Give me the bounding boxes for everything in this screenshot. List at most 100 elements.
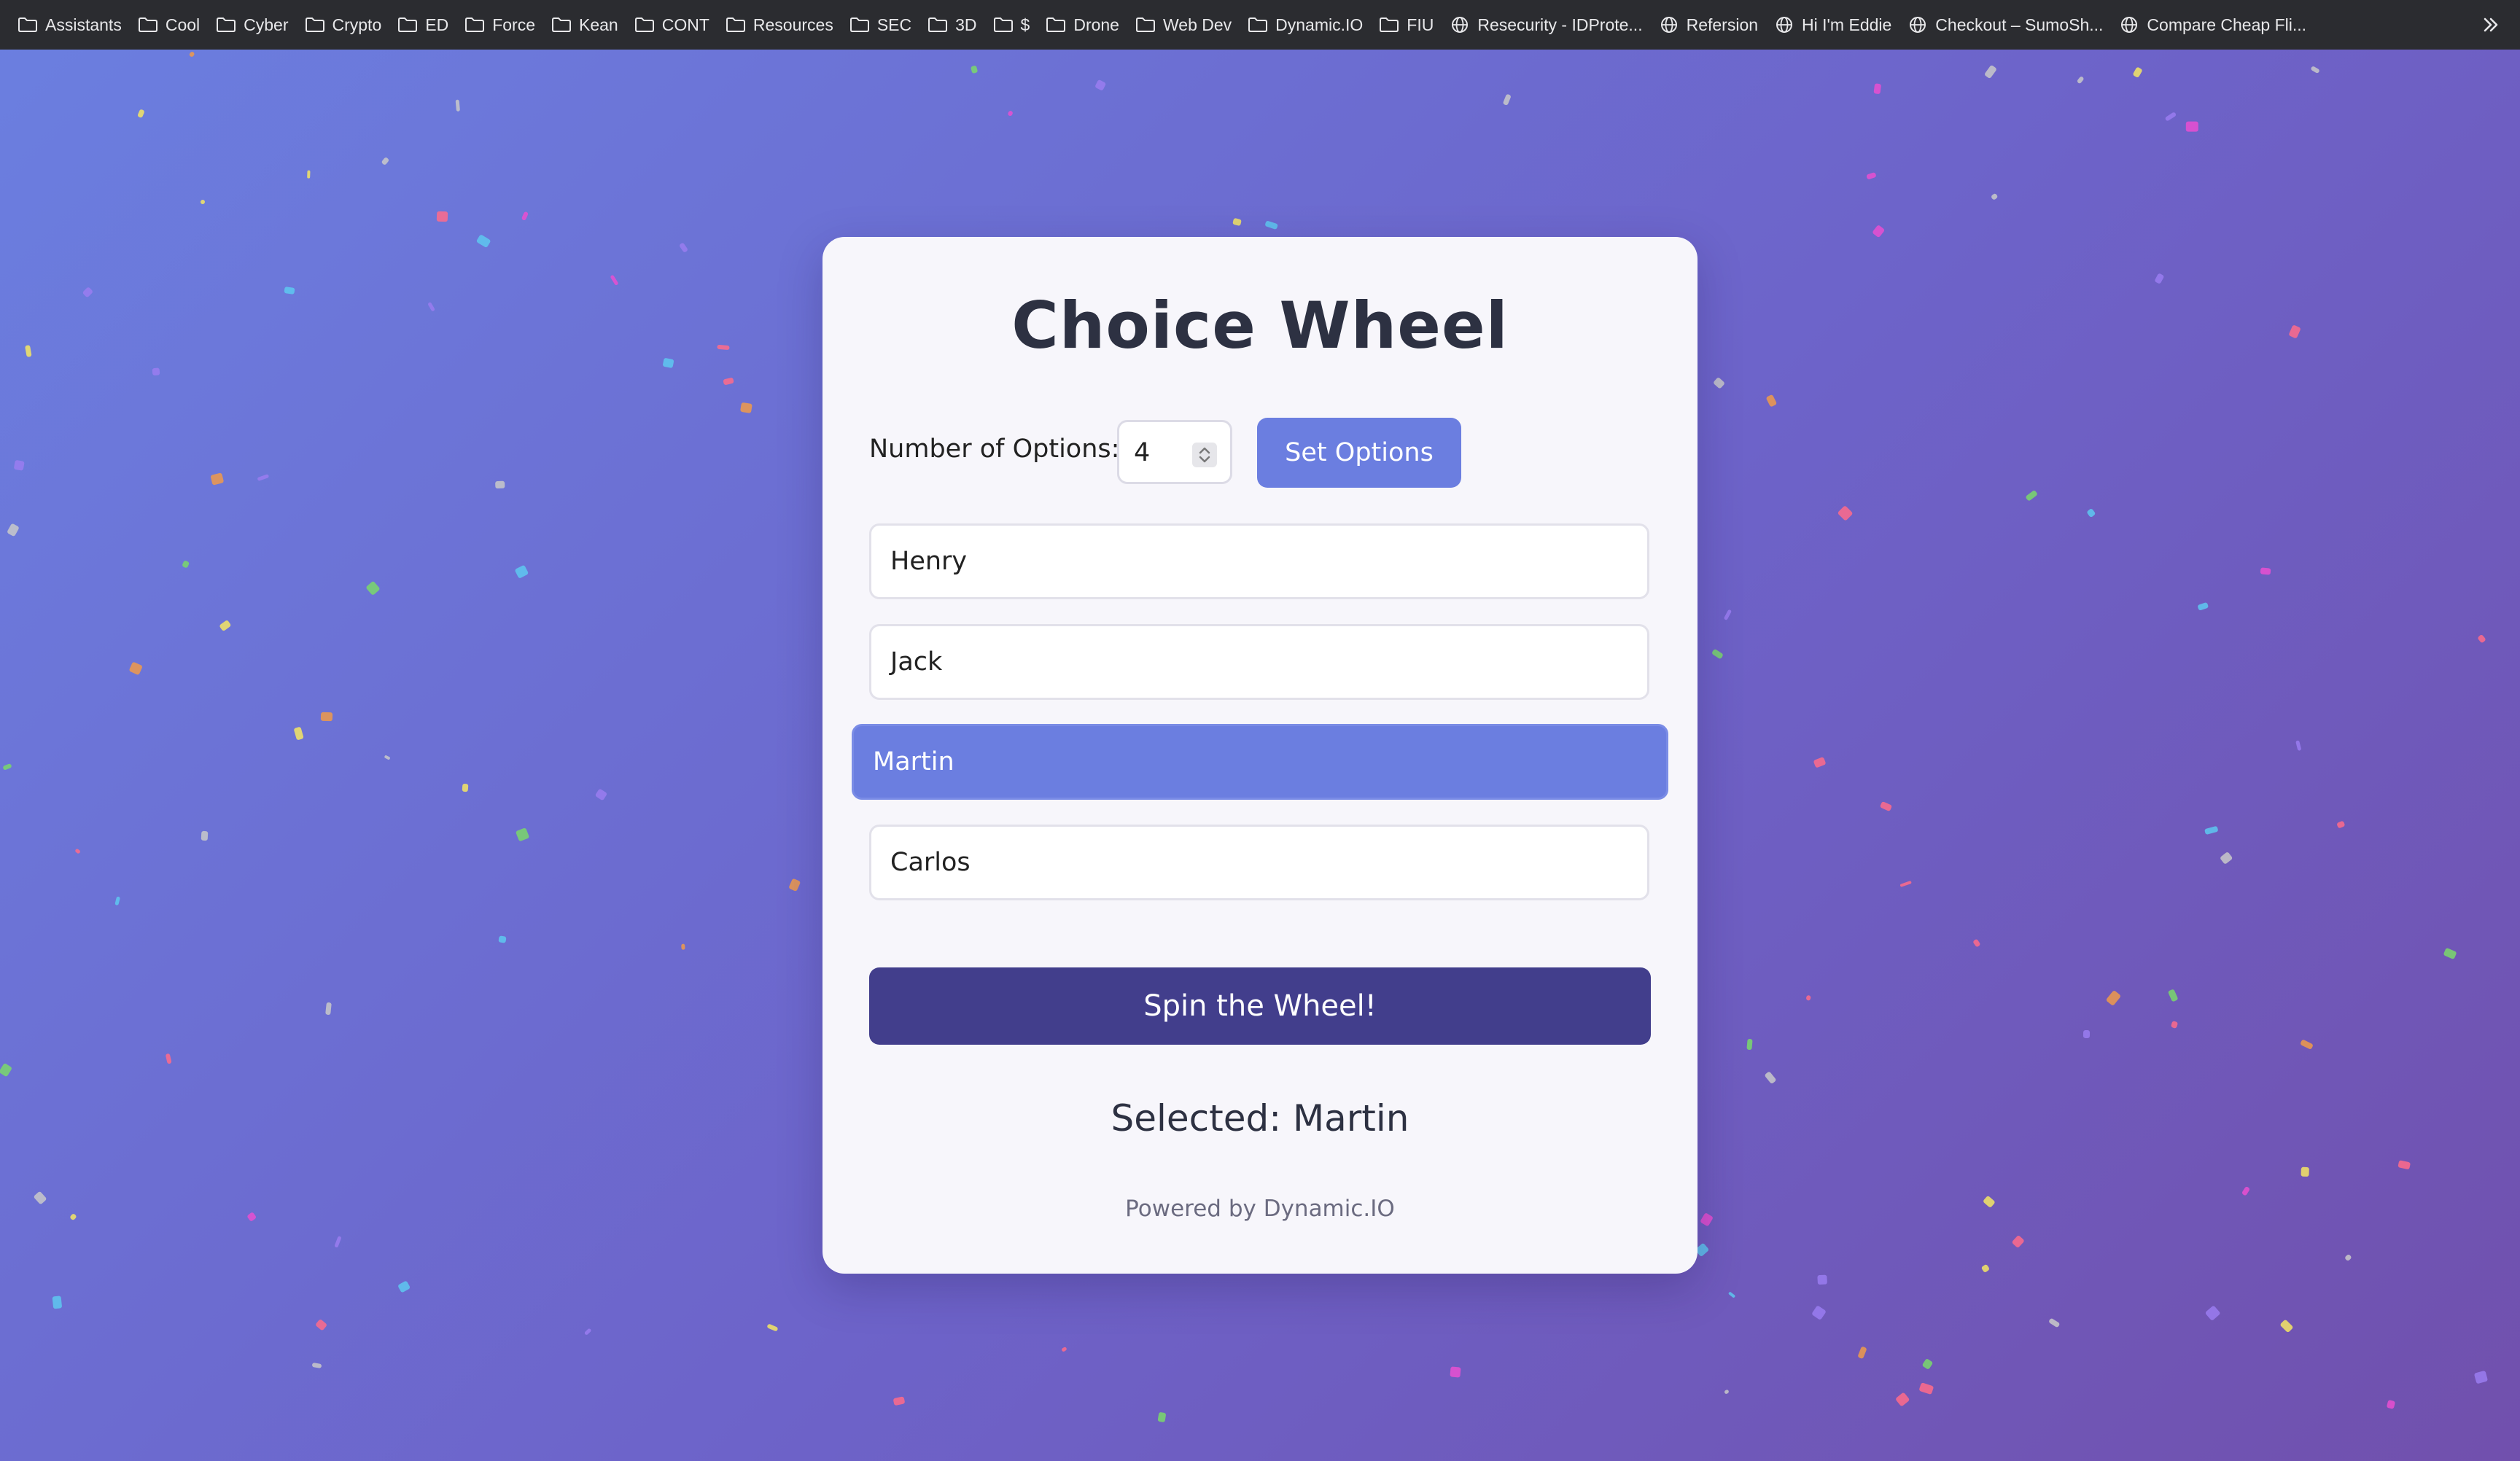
- confetti-piece: [2241, 1185, 2251, 1196]
- confetti-piece: [475, 233, 491, 249]
- confetti-piece: [1866, 171, 1877, 180]
- confetti-piece: [1980, 1263, 1991, 1274]
- stepper-icon[interactable]: [1192, 443, 1217, 467]
- confetti-piece: [766, 1323, 779, 1332]
- confetti-piece: [1264, 220, 1278, 230]
- bookmark-item[interactable]: Refersion: [1659, 15, 1758, 35]
- confetti-piece: [257, 474, 270, 481]
- confetti-piece: [2260, 567, 2271, 575]
- bookmark-item[interactable]: FIU: [1379, 15, 1434, 35]
- bookmark-item[interactable]: Resources: [726, 15, 833, 35]
- confetti-piece: [1972, 938, 1981, 948]
- confetti-piece: [1918, 1382, 1934, 1395]
- confetti-piece: [893, 1396, 906, 1406]
- bookmark-item[interactable]: Assistants: [18, 15, 122, 35]
- bookmark-item[interactable]: 3D: [928, 15, 977, 35]
- number-of-options-label: Number of Options:: [869, 435, 1120, 464]
- bookmark-item[interactable]: Checkout – SumoSh...: [1908, 15, 2103, 35]
- chevron-double-right-icon[interactable]: [2479, 13, 2502, 36]
- bookmark-item[interactable]: Crypto: [305, 15, 381, 35]
- page-title: Choice Wheel: [1011, 288, 1509, 363]
- confetti-piece: [2204, 825, 2219, 835]
- confetti-piece: [1061, 1346, 1068, 1352]
- confetti-piece: [2473, 1370, 2489, 1384]
- confetti-piece: [2344, 1253, 2352, 1261]
- bookmark-item[interactable]: Cool: [138, 15, 200, 35]
- folder-icon: [216, 15, 238, 34]
- folder-icon: [1248, 15, 1269, 34]
- confetti-piece: [740, 402, 752, 413]
- bookmark-label: FIU: [1407, 15, 1434, 34]
- bookmark-item[interactable]: SEC: [849, 15, 911, 35]
- confetti-piece: [1724, 609, 1732, 620]
- bookmark-item[interactable]: Cyber: [216, 15, 289, 35]
- confetti-piece: [365, 581, 381, 596]
- number-of-options-input[interactable]: 4: [1117, 420, 1232, 484]
- confetti-piece: [2025, 489, 2039, 502]
- bookmark-label: Checkout – SumoSh...: [1935, 15, 2104, 34]
- confetti-piece: [315, 1319, 328, 1332]
- confetti-piece: [1723, 1389, 1730, 1395]
- confetti-piece: [1880, 801, 1893, 812]
- bookmark-item[interactable]: Compare Cheap Fli...: [2119, 15, 2306, 35]
- confetti-piece: [1871, 225, 1886, 238]
- confetti-piece: [455, 99, 460, 112]
- confetti-piece: [1990, 192, 1999, 200]
- confetti-piece: [2167, 988, 2178, 1002]
- confetti-piece: [114, 896, 121, 906]
- bookmark-label: Force: [492, 15, 535, 34]
- confetti-piece: [1805, 994, 1811, 1001]
- bookmark-item[interactable]: Dynamic.IO: [1248, 15, 1363, 35]
- bookmark-item[interactable]: Drone: [1046, 15, 1119, 35]
- folder-icon: [928, 15, 949, 34]
- confetti-piece: [2476, 634, 2487, 644]
- confetti-piece: [2197, 601, 2209, 612]
- globe-icon: [1908, 15, 1929, 34]
- folder-icon: [551, 15, 573, 34]
- globe-icon: [1450, 15, 1471, 34]
- confetti-piece: [462, 783, 468, 792]
- confetti-piece: [680, 943, 685, 950]
- option-input-selected[interactable]: Martin: [852, 724, 1668, 800]
- bookmark-item[interactable]: Resecurity - IDProte...: [1450, 15, 1643, 35]
- bookmark-item[interactable]: Kean: [551, 15, 618, 35]
- confetti-piece: [2, 763, 12, 771]
- bookmark-label: Dynamic.IO: [1275, 15, 1364, 34]
- bookmark-item[interactable]: Hi I'm Eddie: [1774, 15, 1891, 35]
- option-input[interactable]: Henry: [869, 523, 1649, 599]
- confetti-piece: [0, 1062, 12, 1078]
- bookmark-item[interactable]: ED: [397, 15, 448, 35]
- confetti-piece: [201, 830, 209, 841]
- bookmark-label: Resources: [752, 15, 833, 34]
- bookmark-item[interactable]: $: [993, 15, 1030, 35]
- folder-icon: [1379, 15, 1401, 34]
- confetti-piece: [307, 171, 311, 179]
- bookmark-item[interactable]: Force: [464, 15, 535, 35]
- selected-result: Selected: Martin: [1111, 1097, 1409, 1139]
- confetti-piece: [1817, 1274, 1828, 1285]
- confetti-piece: [165, 1053, 172, 1064]
- confetti-piece: [210, 472, 225, 486]
- confetti-piece: [1007, 110, 1014, 117]
- number-of-options-value: 4: [1134, 438, 1151, 467]
- option-input[interactable]: Jack: [869, 624, 1649, 700]
- confetti-piece: [2048, 1317, 2061, 1328]
- option-input[interactable]: Carlos: [869, 825, 1649, 900]
- bookmark-label: $: [1020, 15, 1030, 34]
- confetti-piece: [2132, 66, 2143, 79]
- set-options-button[interactable]: Set Options: [1257, 418, 1461, 488]
- confetti-piece: [2279, 1319, 2294, 1333]
- globe-icon: [1774, 15, 1796, 34]
- confetti-piece: [1763, 1071, 1777, 1085]
- bookmark-item[interactable]: Web Dev: [1135, 15, 1232, 35]
- confetti-piece: [200, 199, 205, 204]
- confetti-piece: [515, 827, 530, 841]
- spin-wheel-button[interactable]: Spin the Wheel!: [869, 967, 1651, 1045]
- confetti-piece: [2397, 1160, 2411, 1170]
- folder-icon: [464, 15, 486, 34]
- confetti-piece: [128, 661, 143, 676]
- bookmark-item[interactable]: CONT: [634, 15, 709, 35]
- confetti-piece: [397, 1279, 411, 1293]
- folder-icon: [634, 15, 656, 34]
- confetti-piece: [1899, 880, 1912, 887]
